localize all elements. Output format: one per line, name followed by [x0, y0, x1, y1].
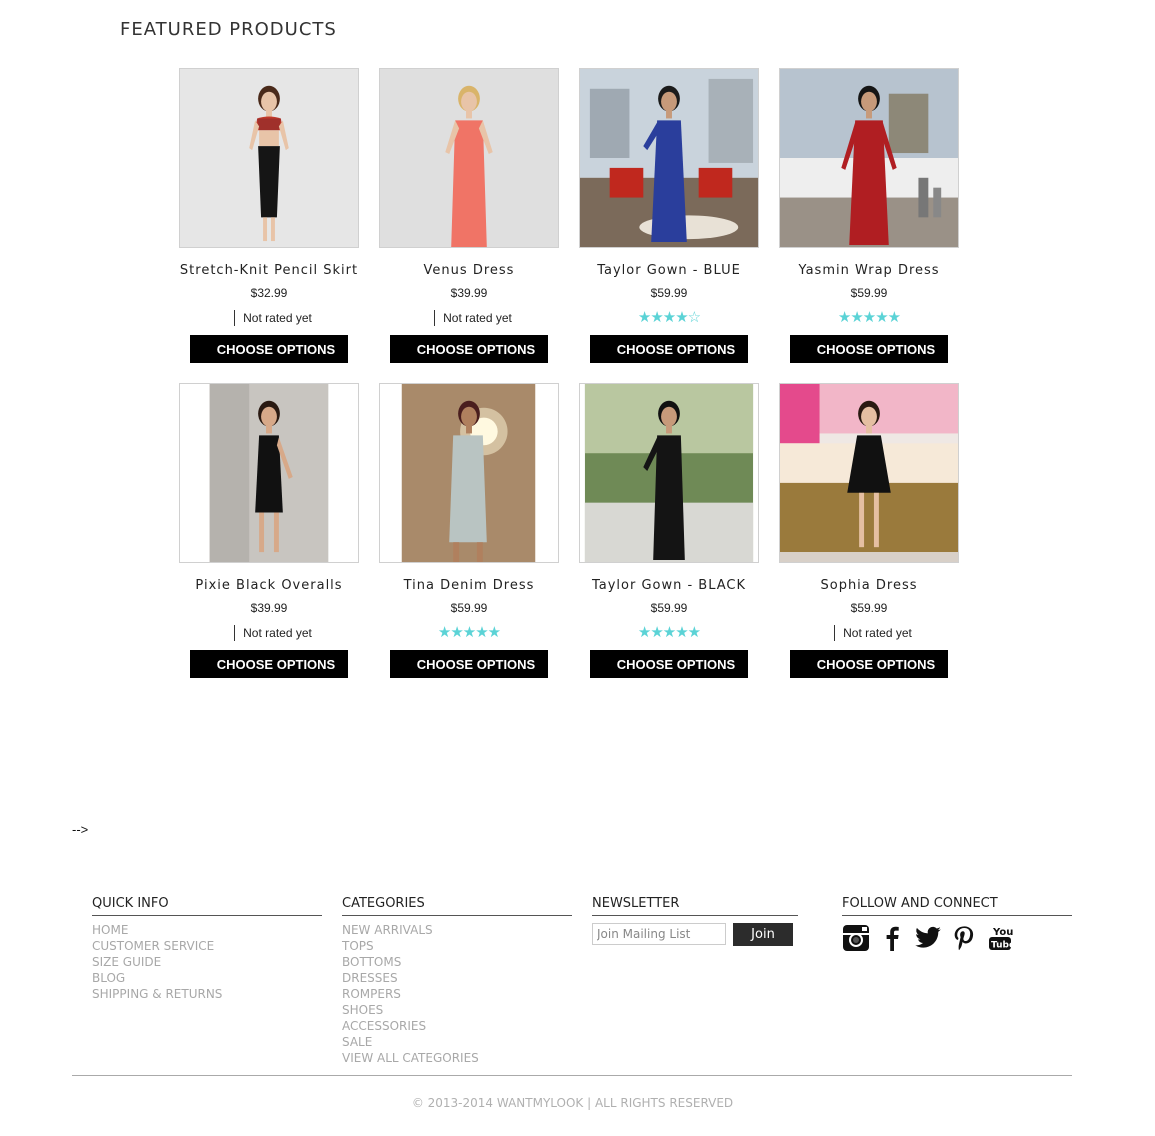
- product-name[interactable]: Pixie Black Overalls: [159, 578, 379, 593]
- product-rating: ★★★★☆: [579, 309, 759, 327]
- product-rating: Not rated yet: [779, 624, 959, 642]
- choose-options-button[interactable]: CHOOSE OPTIONS: [390, 335, 548, 363]
- footer-heading-quick-info: QUICK INFO: [92, 896, 322, 916]
- product-rating: ★★★★★: [379, 624, 559, 642]
- product-image[interactable]: [579, 68, 759, 248]
- product-price: $59.99: [850, 286, 888, 300]
- product-name[interactable]: Stretch-Knit Pencil Skirt: [159, 263, 379, 278]
- product-price: $59.99: [650, 601, 688, 615]
- youtube-icon[interactable]: You Tube: [986, 924, 1014, 952]
- footer-link-shipping-returns[interactable]: SHIPPING & RETURNS: [92, 986, 322, 1002]
- choose-options-button[interactable]: CHOOSE OPTIONS: [790, 650, 948, 678]
- stray-text: -->: [72, 822, 89, 837]
- product-image[interactable]: [179, 68, 359, 248]
- category-link-bottoms[interactable]: BOTTOMS: [342, 954, 572, 970]
- footer-quick-info: QUICK INFO HOME CUSTOMER SERVICE SIZE GUID…: [92, 896, 322, 1002]
- star-rating-icon: ★★★★★: [837, 309, 901, 326]
- join-button[interactable]: Join: [733, 923, 793, 946]
- product-rating: Not rated yet: [179, 309, 359, 327]
- product-price: $39.99: [450, 286, 488, 300]
- star-rating-icon: ★★★★★: [637, 624, 701, 641]
- product-rating: Not rated yet: [179, 624, 359, 642]
- product-rating: ★★★★★: [579, 624, 759, 642]
- instagram-icon[interactable]: [842, 924, 870, 952]
- product-name[interactable]: Tina Denim Dress: [359, 578, 579, 593]
- category-link-tops[interactable]: TOPS: [342, 938, 572, 954]
- not-rated-label: Not rated yet: [434, 310, 512, 326]
- category-link-rompers[interactable]: ROMPERS: [342, 986, 572, 1002]
- product-rating: Not rated yet: [379, 309, 559, 327]
- footer-link-home[interactable]: HOME: [92, 922, 322, 938]
- footer-link-blog[interactable]: BLOG: [92, 970, 322, 986]
- product-image[interactable]: [379, 68, 559, 248]
- category-link-shoes[interactable]: SHOES: [342, 1002, 572, 1018]
- section-title: FEATURED PRODUCTS: [120, 19, 337, 40]
- newsletter-form: Join: [592, 923, 798, 947]
- product-image[interactable]: [579, 383, 759, 563]
- pinterest-icon[interactable]: [950, 924, 978, 952]
- footer-divider: [72, 1075, 1072, 1076]
- category-links: NEW ARRIVALS TOPS BOTTOMS DRESSES ROMPERS SHO…: [342, 922, 572, 1066]
- category-link-new-arrivals[interactable]: NEW ARRIVALS: [342, 922, 572, 938]
- product-price: $59.99: [850, 601, 888, 615]
- copyright-text: © 2013-2014 WANTMYLOOK | ALL RIGHTS RESE…: [411, 1096, 734, 1110]
- footer-heading-newsletter: NEWSLETTER: [592, 896, 798, 916]
- svg-text:Tube: Tube: [991, 941, 1014, 951]
- product-image[interactable]: [779, 383, 959, 563]
- product-name[interactable]: Yasmin Wrap Dress: [759, 263, 979, 278]
- product-name[interactable]: Taylor Gown - BLUE: [559, 263, 779, 278]
- quick-info-links: HOME CUSTOMER SERVICE SIZE GUIDE BLOG SHIPPI…: [92, 922, 322, 1002]
- footer-heading-follow: FOLLOW AND CONNECT: [842, 896, 1072, 916]
- choose-options-button[interactable]: CHOOSE OPTIONS: [790, 335, 948, 363]
- product-name[interactable]: Sophia Dress: [759, 578, 979, 593]
- product-price: $32.99: [250, 286, 288, 300]
- choose-options-button[interactable]: CHOOSE OPTIONS: [590, 335, 748, 363]
- newsletter-email-input[interactable]: [592, 923, 726, 945]
- not-rated-label: Not rated yet: [834, 625, 912, 641]
- footer-newsletter: NEWSLETTER Join: [592, 896, 798, 947]
- star-rating-icon: ★★★★★: [437, 624, 501, 641]
- not-rated-label: Not rated yet: [234, 310, 312, 326]
- category-link-dresses[interactable]: DRESSES: [342, 970, 572, 986]
- product-price: $59.99: [650, 286, 688, 300]
- not-rated-label: Not rated yet: [234, 625, 312, 641]
- twitter-icon[interactable]: [914, 924, 942, 952]
- product-image[interactable]: [379, 383, 559, 563]
- footer-categories: CATEGORIES NEW ARRIVALS TOPS BOTTOMS DRESSE…: [342, 896, 572, 1066]
- product-image[interactable]: [179, 383, 359, 563]
- choose-options-button[interactable]: CHOOSE OPTIONS: [590, 650, 748, 678]
- category-link-sale[interactable]: SALE: [342, 1034, 572, 1050]
- footer-link-size-guide[interactable]: SIZE GUIDE: [92, 954, 322, 970]
- product-price: $39.99: [250, 601, 288, 615]
- product-image[interactable]: [779, 68, 959, 248]
- choose-options-button[interactable]: CHOOSE OPTIONS: [390, 650, 548, 678]
- choose-options-button[interactable]: CHOOSE OPTIONS: [190, 335, 348, 363]
- svg-text:You: You: [992, 927, 1013, 938]
- footer-link-customer-service[interactable]: CUSTOMER SERVICE: [92, 938, 322, 954]
- facebook-icon[interactable]: [878, 924, 906, 952]
- product-name[interactable]: Venus Dress: [359, 263, 579, 278]
- footer-follow: FOLLOW AND CONNECT You Tube: [842, 896, 1072, 952]
- star-rating-icon: ★★★★☆: [637, 309, 701, 326]
- social-links: You Tube: [842, 924, 1072, 952]
- product-price: $59.99: [450, 601, 488, 615]
- footer-heading-categories: CATEGORIES: [342, 896, 572, 916]
- category-link-view-all-categories[interactable]: VIEW ALL CATEGORIES: [342, 1050, 572, 1066]
- category-link-accessories[interactable]: ACCESSORIES: [342, 1018, 572, 1034]
- product-rating: ★★★★★: [779, 309, 959, 327]
- product-name[interactable]: Taylor Gown - BLACK: [559, 578, 779, 593]
- choose-options-button[interactable]: CHOOSE OPTIONS: [190, 650, 348, 678]
